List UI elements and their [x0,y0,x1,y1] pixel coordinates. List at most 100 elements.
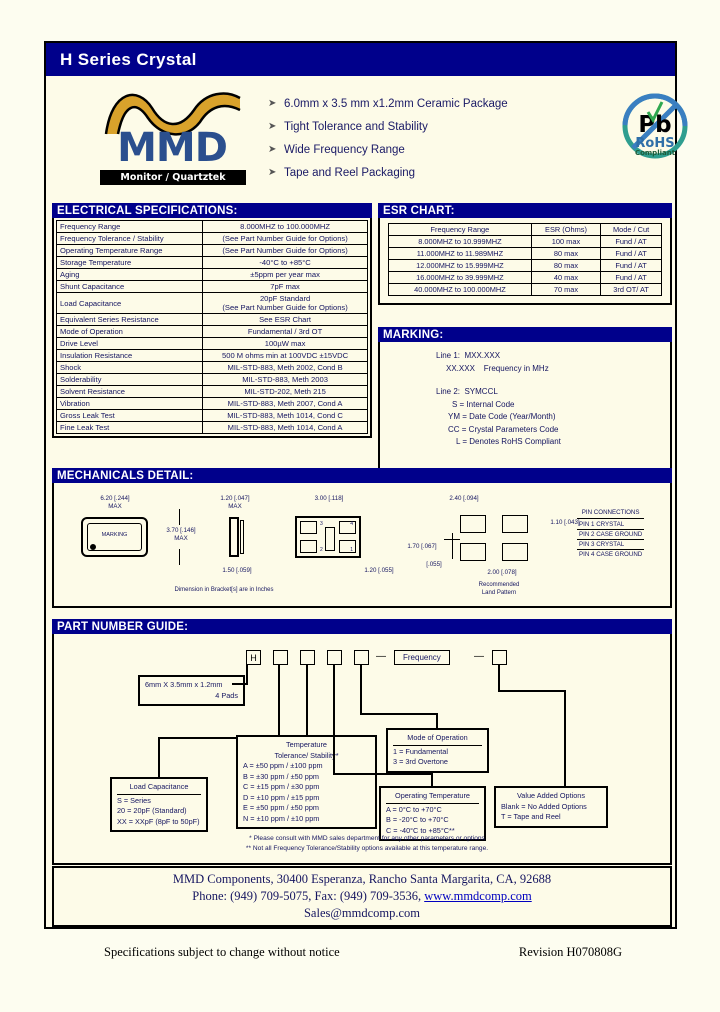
pn-code-op-temp [327,650,342,665]
marking-line1: Line 1: MXX.XXX [436,351,501,360]
pin-connections-table: PIN CONNECTIONS PIN 1 CRYSTAL PIN 2 CASE… [577,508,645,559]
pn-load-capacitance-box: Load Capacitance S = Series 20 = 20pF (S… [110,777,208,832]
package-side-view [229,517,239,557]
dimension-thickness-top: 1.20 [.047] MAX [220,495,250,510]
table-cell: 80 max [530,247,602,260]
spec-value: Fundamental / 3rd OT [202,325,368,338]
table-row: 8.000MHZ to 10.999MHZ 100 max Fund / AT [388,235,662,248]
pn-dash-1: — [376,651,386,662]
section-heading: PART NUMBER GUIDE: [52,619,672,634]
spec-value: ±5ppm per year max [202,268,368,281]
list-item: ➤ Tape and Reel Packaging [268,167,598,179]
dimension-side-thickness: 1.50 [.059] [222,567,252,574]
column-header: Mode / Cut [600,223,662,236]
marking-line1-sub: XX.XXX Frequency in MHz [446,363,549,373]
spec-value: 20pF Standard (See Part Number Guide for … [202,292,368,314]
spec-value: 8.000MHZ to 100.000MHZ [202,220,368,233]
marking-line2: Line 2: SYMCCL [436,387,498,396]
pn-dash-2: — [474,651,484,662]
electrical-specifications-section: ELECTRICAL SPECIFICATIONS: Frequency Ran… [52,203,372,438]
table-row: Shunt Capacitance 7pF max [55,280,368,293]
table-cell: Fund / AT [600,259,662,272]
spec-label: Operating Temperature Range [55,244,204,257]
table-row: Insulation Resistance 500 M ohms min at 1… [55,349,368,362]
pin-row-1: PIN 1 CRYSTAL [577,520,645,530]
table-row: Operating Temperature Range (See Part Num… [55,244,368,257]
table-cell: 40.000MHZ to 100.000MHZ [388,283,532,296]
dimension-bottom-width: 3.00 [.118] [314,495,344,502]
pn-operating-temperature-box: Operating Temperature A = 0°C to +70°C B… [379,786,486,841]
land-pattern-drawing [444,513,539,565]
table-row: Storage Temperature -40°C to +85°C [55,256,368,269]
table-row: Aging ±5ppm per year max [55,268,368,281]
logo-tagline: Monitor / Quartztek [100,170,246,185]
table-cell: Fund / AT [600,247,662,260]
header-area: MMD Monitor / Quartztek ➤ 6.0mm x 3.5 mm… [46,76,688,198]
table-row: Gross Leak Test MIL-STD-883, Meth 1014, C… [55,409,368,422]
pn-temperature-tolerance-box: Temperature Tolerance/ Stability* A = ±5… [236,735,377,829]
section-heading: MARKING: [378,327,672,342]
column-header: Frequency Range [388,223,532,236]
spec-label: Insulation Resistance [55,349,204,362]
esr-chart-section: ESR CHART: Frequency Range ESR (Ohms) Mode… [378,203,672,305]
spec-value: MIL-STD-202, Meth 215 [202,385,368,398]
spec-label: Gross Leak Test [55,409,204,422]
spec-value: 500 M ohms min at 100VDC ±15VDC [202,349,368,362]
spec-label: Storage Temperature [55,256,204,269]
table-row: Mode of Operation Fundamental / 3rd OT [55,325,368,338]
spec-value: 7pF max [202,280,368,293]
spec-label: Frequency Tolerance / Stability [55,232,204,245]
table-row: Fine Leak Test MIL-STD-883, Meth 1014, Co… [55,421,368,434]
spec-label: Shock [55,361,204,374]
spec-label: Load Capacitance [55,292,204,314]
chevron-right-icon: ➤ [268,98,277,109]
table-row: Solderability MIL-STD-883, Meth 2003 [55,373,368,386]
table-row: Shock MIL-STD-883, Meth 2002, Cond B [55,361,368,374]
spec-value: MIL-STD-883, Meth 2007, Cond A [202,397,368,410]
pin-number-1: 1 [350,547,353,553]
spec-label: Vibration [55,397,204,410]
dimension-land-c: 2.00 [.078] [487,569,517,576]
pn-code-temperature [300,650,315,665]
spec-value: -40°C to +85°C [202,256,368,269]
chevron-right-icon: ➤ [268,167,277,178]
package-marking-label: MARKING [101,532,128,538]
table-cell: 100 max [530,235,602,248]
website-link[interactable]: www.mmdcomp.com [424,889,532,903]
table-row: 16.000MHZ to 39.999MHZ 40 max Fund / AT [388,271,662,284]
pin-row-3: PIN 3 CRYSTAL [577,540,645,550]
marking-code-cc: CC = Crystal Parameters Code [448,424,559,434]
table-row: 11.000MHZ to 11.989MHZ 80 max Fund / AT [388,247,662,260]
pn-code-load-cap [273,650,288,665]
table-cell: 8.000MHZ to 10.999MHZ [388,235,532,248]
dimension-width-top: 6.20 [.244] MAX [100,495,130,510]
spec-value: See ESR Chart [202,313,368,326]
dimension-height-side: 3.70 [.146] MAX [166,527,196,542]
pn-mode-of-operation-box: Mode of Operation 1 = Fundamental 3 = 3r… [386,728,489,773]
table-cell: 12.000MHZ to 15.999MHZ [388,259,532,272]
table-cell: 3rd OT/ AT [600,283,662,296]
spec-value: (See Part Number Guide for Options) [202,232,368,245]
revision-text: Revision H070808G [518,945,622,959]
logo-wordmark: MMD [117,125,228,171]
company-email: Sales@mmdcomp.com [303,906,420,920]
marking-code-s: S = Internal Code [452,399,515,409]
table-cell: 70 max [530,283,602,296]
pin1-dot-icon [90,544,96,550]
spec-label: Fine Leak Test [55,421,204,434]
table-cell: 40 max [530,271,602,284]
table-row: 40.000MHZ to 100.000MHZ 70 max 3rd OT/ AT [388,283,662,296]
marking-code-l: L = Denotes RoHS Compliant [456,437,561,446]
company-phone-fax: Phone: (949) 709-5075, Fax: (949) 709-35… [192,889,532,903]
part-number-guide-section: PART NUMBER GUIDE: H — Frequency — 6mm X… [52,619,672,865]
mechanical-drawing: 6.20 [.244] MAX 1.20 [.047] MAX 3.00 [.118… [52,483,672,608]
spec-label: Drive Level [55,337,204,350]
spec-value: MIL-STD-883, Meth 2002, Cond B [202,361,368,374]
pn-frequency-box: Frequency [394,650,450,665]
pin-number-2: 2 [320,547,323,553]
list-item: ➤ Wide Frequency Range [268,144,598,156]
dimension-note: Dimension in Bracket[s] are in Inches [174,587,274,593]
marking-section: MARKING: Line 1: MXX.XXX XX.XXX Frequenc… [378,327,672,475]
section-heading: MECHANICALS DETAIL: [52,468,672,483]
svg-text:Compliant: Compliant [635,149,676,157]
